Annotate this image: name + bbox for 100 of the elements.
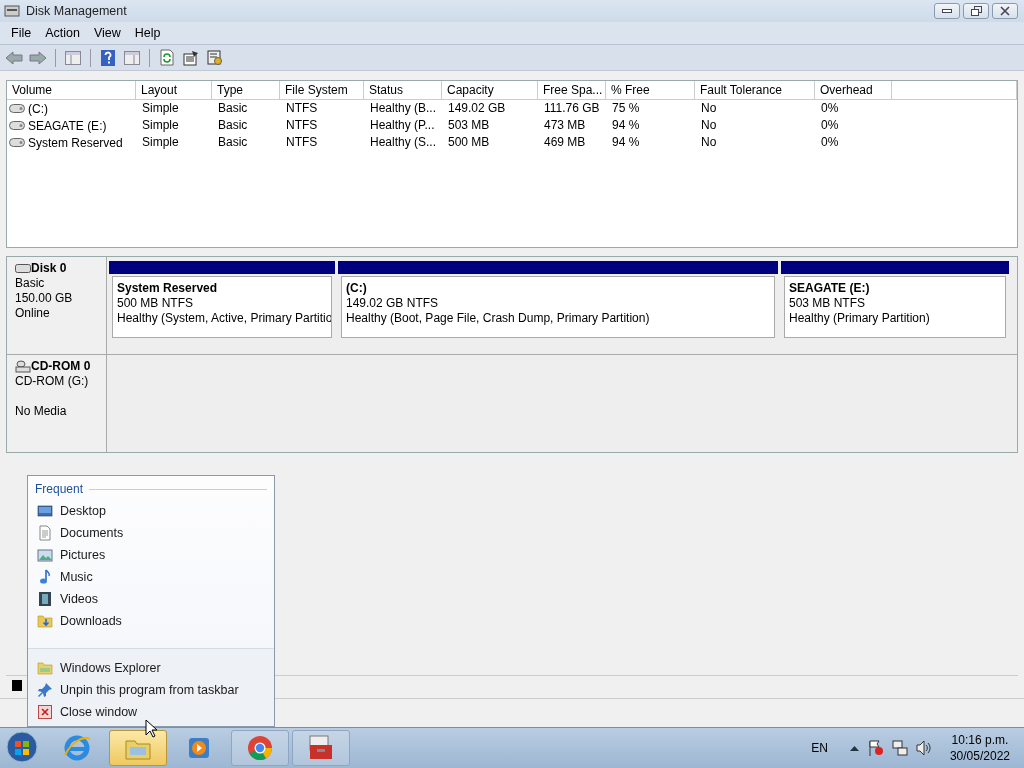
folder-icon bbox=[37, 660, 53, 676]
close-icon bbox=[1000, 6, 1010, 16]
table-cell-text: No bbox=[700, 134, 718, 151]
folder-icon bbox=[37, 613, 53, 629]
settings-icon[interactable] bbox=[205, 47, 225, 68]
table-cell: SEAGATE (E:) bbox=[28, 118, 107, 133]
column-header[interactable]: Fault Tolerance bbox=[695, 81, 815, 99]
menu-item[interactable]: File bbox=[4, 24, 39, 42]
table-cell: (C:) bbox=[28, 101, 48, 116]
up-arrow-icon[interactable] bbox=[849, 745, 859, 751]
close-icon bbox=[37, 704, 53, 720]
taskbar-app[interactable] bbox=[109, 730, 167, 766]
restore-button[interactable] bbox=[963, 3, 989, 19]
column-header[interactable]: Volume bbox=[7, 81, 136, 99]
picture-icon bbox=[37, 547, 53, 563]
jump-list-item[interactable]: Music bbox=[28, 566, 274, 588]
table-cell-text: NTFS bbox=[285, 117, 319, 134]
section-heading: Frequent bbox=[35, 482, 84, 496]
partition-title: SEAGATE (E:) bbox=[789, 281, 871, 296]
table-cell-text: Simple bbox=[141, 100, 180, 117]
disk-drive-icon bbox=[4, 4, 20, 18]
table-cell-text: 503 MB bbox=[447, 117, 491, 134]
jump-list-item[interactable]: Downloads bbox=[28, 610, 274, 632]
disk-info: CD-ROM (G:) bbox=[15, 374, 90, 389]
partition-box[interactable]: SEAGATE (E:) 503 MB NTFS Healthy (Primary Partition) bbox=[784, 276, 1006, 338]
network-icon[interactable] bbox=[891, 740, 908, 756]
column-header[interactable]: Overhead bbox=[815, 81, 892, 99]
column-header[interactable]: File System bbox=[280, 81, 364, 99]
table-cell-text: Healthy (P... bbox=[369, 117, 436, 134]
table-cell: System Reserved bbox=[28, 135, 123, 150]
table-cell-text: NTFS bbox=[285, 134, 319, 151]
column-header[interactable]: Capacity bbox=[442, 81, 538, 99]
minimize-icon bbox=[942, 9, 952, 13]
window-title: Disk Management bbox=[26, 4, 127, 18]
table-cell-text: No bbox=[700, 117, 718, 134]
jump-list-item[interactable]: Documents bbox=[28, 522, 274, 544]
table-cell-text: Basic bbox=[217, 134, 249, 151]
speaker-icon[interactable] bbox=[915, 740, 932, 756]
table-cell-text: 0% bbox=[820, 134, 840, 151]
disk-info: Basic bbox=[15, 276, 46, 291]
disk-info: 150.00 GB bbox=[15, 291, 74, 306]
jump-list-item[interactable]: Videos bbox=[28, 588, 274, 610]
legend-swatch bbox=[12, 680, 22, 691]
jump-list-item[interactable]: Pictures bbox=[28, 544, 274, 566]
table-cell-text: 149.02 GB bbox=[447, 100, 507, 117]
drive-icon bbox=[9, 138, 25, 147]
chrome-icon bbox=[245, 733, 275, 763]
table-cell-text: NTFS bbox=[285, 100, 319, 117]
table-cell-text: Basic bbox=[217, 117, 249, 134]
partition-title: (C:) bbox=[346, 281, 368, 296]
menu-item[interactable]: Action bbox=[38, 24, 87, 42]
jump-list-item[interactable]: Windows Explorer bbox=[28, 657, 161, 679]
partition-size: 149.02 GB NTFS bbox=[346, 296, 440, 311]
table-cell-text: Healthy (S... bbox=[369, 134, 438, 151]
taskbar-app[interactable] bbox=[292, 730, 350, 766]
cd-drive-icon bbox=[15, 360, 31, 373]
close-button[interactable] bbox=[992, 3, 1018, 19]
table-cell-text: 473 MB bbox=[543, 117, 587, 134]
menu-item[interactable]: View bbox=[86, 24, 128, 42]
partition-title: System Reserved bbox=[117, 281, 219, 296]
table-cell-text: 469 MB bbox=[543, 134, 587, 151]
flag-icon[interactable] bbox=[866, 740, 884, 756]
table-cell-text: 500 MB bbox=[447, 134, 491, 151]
minimize-button[interactable] bbox=[934, 3, 960, 19]
drive-icon bbox=[9, 104, 25, 113]
table-cell-text: No bbox=[700, 100, 718, 117]
table-cell-text: 94 % bbox=[611, 117, 641, 134]
clock-time[interactable]: 10:16 p.m. bbox=[951, 732, 1009, 748]
table-cell-text: Basic bbox=[217, 100, 249, 117]
clock-date[interactable]: 30/05/2022 bbox=[949, 748, 1010, 764]
menu-item[interactable]: Help bbox=[127, 24, 168, 42]
jump-list-item[interactable]: Close window bbox=[28, 701, 138, 723]
column-header[interactable]: Free Spa... bbox=[538, 81, 606, 99]
drive-icon bbox=[9, 121, 25, 130]
disk-info: No Media bbox=[15, 404, 68, 419]
jump-list-item[interactable]: Desktop bbox=[28, 500, 274, 522]
partition-size: 503 MB NTFS bbox=[789, 296, 867, 311]
column-header[interactable]: Type bbox=[212, 81, 280, 99]
partition-box[interactable]: System Reserved 500 MB NTFS Healthy (System, Active, Primary Partitio bbox=[112, 276, 332, 338]
column-header[interactable]: Status bbox=[364, 81, 442, 99]
table-cell-text: 0% bbox=[820, 117, 840, 134]
language-indicator[interactable]: EN bbox=[811, 741, 828, 755]
column-header[interactable]: Layout bbox=[136, 81, 212, 99]
table-cell-text: 94 % bbox=[611, 134, 641, 151]
jump-list-item[interactable]: Unpin this program from taskbar bbox=[28, 679, 239, 701]
help-icon[interactable] bbox=[98, 47, 118, 68]
film-icon bbox=[37, 591, 53, 607]
partition-box[interactable]: (C:) 149.02 GB NTFS Healthy (Boot, Page File, Crash Dump, Primary Partition) bbox=[341, 276, 775, 338]
disk-name: CD-ROM 0 bbox=[31, 359, 91, 374]
table-cell-text: Healthy (B... bbox=[369, 100, 438, 117]
taskbar-app[interactable] bbox=[231, 730, 289, 766]
disk-drive-icon bbox=[15, 264, 31, 273]
table-cell-text: 111.76 GB bbox=[543, 100, 601, 117]
browser-icon bbox=[62, 733, 92, 763]
partition-size: 500 MB NTFS bbox=[117, 296, 195, 311]
disk-info: Online bbox=[15, 306, 51, 321]
column-header[interactable]: % Free bbox=[606, 81, 695, 99]
restore-icon bbox=[970, 6, 982, 16]
mouse-cursor-icon bbox=[145, 719, 159, 739]
refresh-icon[interactable] bbox=[157, 47, 177, 68]
